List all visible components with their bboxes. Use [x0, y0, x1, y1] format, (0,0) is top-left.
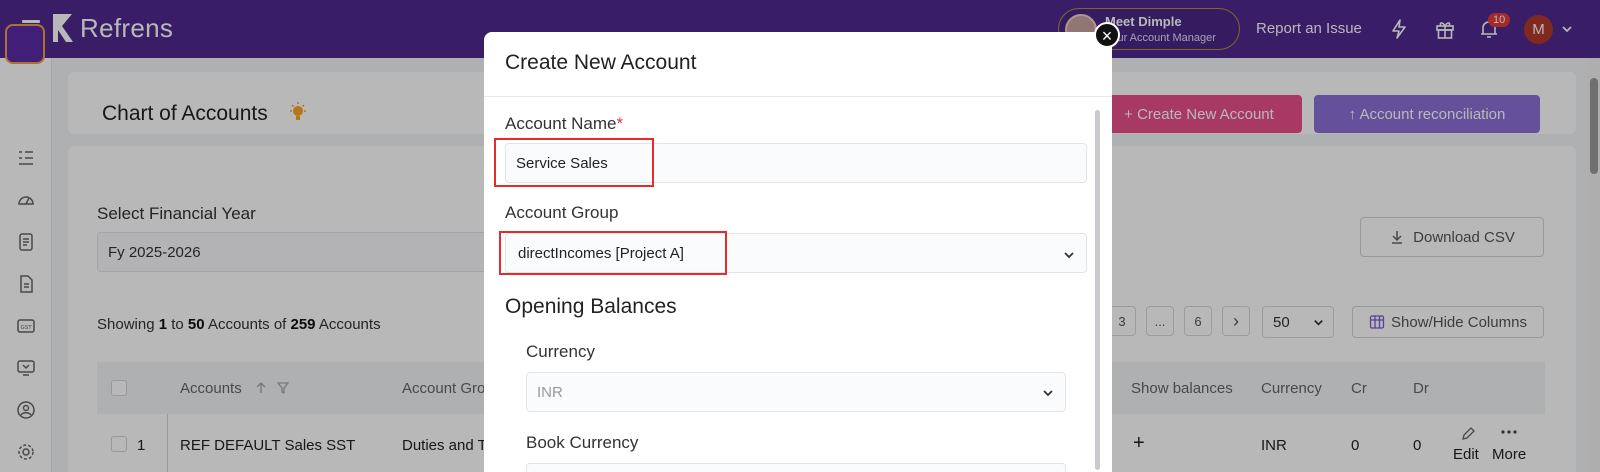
close-modal-button[interactable]: ×: [1094, 22, 1120, 48]
chevron-down-icon[interactable]: [1062, 248, 1076, 262]
book-currency-select[interactable]: [526, 463, 1066, 472]
currency-select[interactable]: INR: [526, 372, 1066, 412]
book-currency-label: Book Currency: [526, 433, 639, 452]
modal-divider: [484, 96, 1112, 97]
currency-label: Currency: [526, 342, 595, 361]
opening-balances-heading: Opening Balances: [505, 295, 677, 318]
modal-scrollbar[interactable]: [1095, 110, 1100, 470]
chevron-down-icon[interactable]: [1041, 386, 1055, 400]
highlight-box: [499, 231, 727, 275]
highlight-box: [494, 138, 654, 187]
modal-title: Create New Account: [505, 51, 697, 74]
account-name-label: Account Name*: [505, 114, 624, 133]
account-group-label: Account Group: [505, 203, 619, 222]
